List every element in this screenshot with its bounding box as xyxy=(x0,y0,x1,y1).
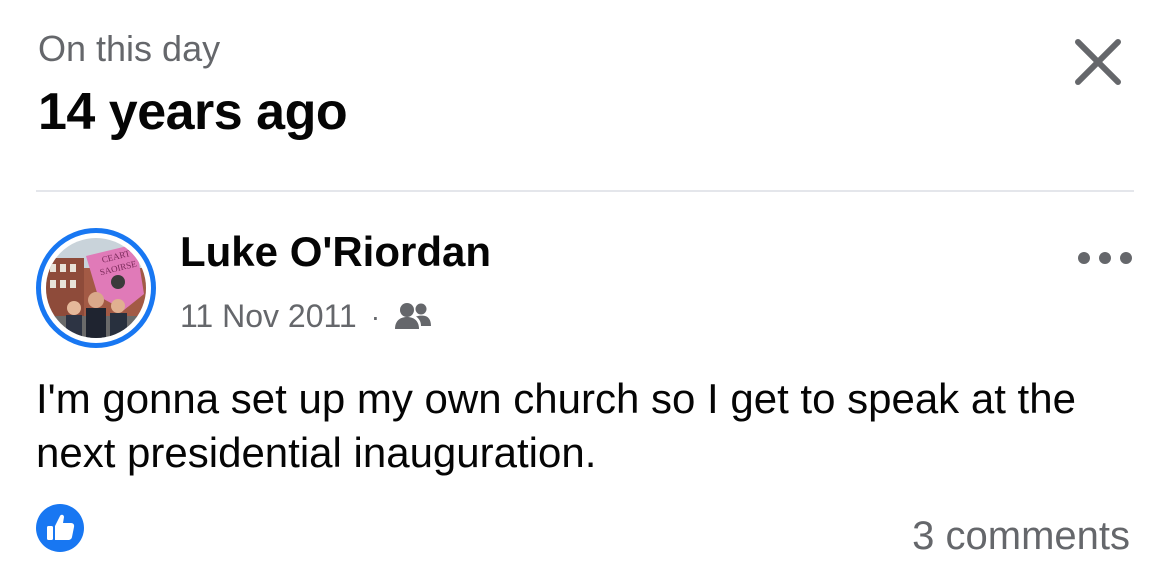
post-body: I'm gonna set up my own church so I get … xyxy=(36,375,1076,476)
comments-link[interactable]: 3 comments xyxy=(912,514,1130,559)
avatar[interactable]: CEART SAOIRSE xyxy=(36,228,156,348)
meta-separator: · xyxy=(370,300,381,332)
header-divider xyxy=(36,190,1134,192)
like-icon xyxy=(36,504,84,552)
avatar-photo: CEART SAOIRSE xyxy=(46,238,146,338)
post-author[interactable]: Luke O'Riordan xyxy=(180,228,491,276)
close-button[interactable] xyxy=(1068,32,1128,92)
friends-icon xyxy=(395,302,432,329)
memory-eyebrow: On this day xyxy=(38,28,221,69)
post-date[interactable]: 11 Nov 2011 xyxy=(180,298,357,335)
memory-title: 14 years ago xyxy=(38,83,348,141)
more-dot-icon xyxy=(1078,252,1090,264)
like-reaction-button[interactable] xyxy=(36,504,84,552)
post-meta: 11 Nov 2011 · xyxy=(180,298,432,335)
close-icon xyxy=(1075,39,1121,85)
more-dot-icon xyxy=(1120,252,1132,264)
more-options-button[interactable] xyxy=(1078,248,1132,268)
more-dot-icon xyxy=(1099,252,1111,264)
